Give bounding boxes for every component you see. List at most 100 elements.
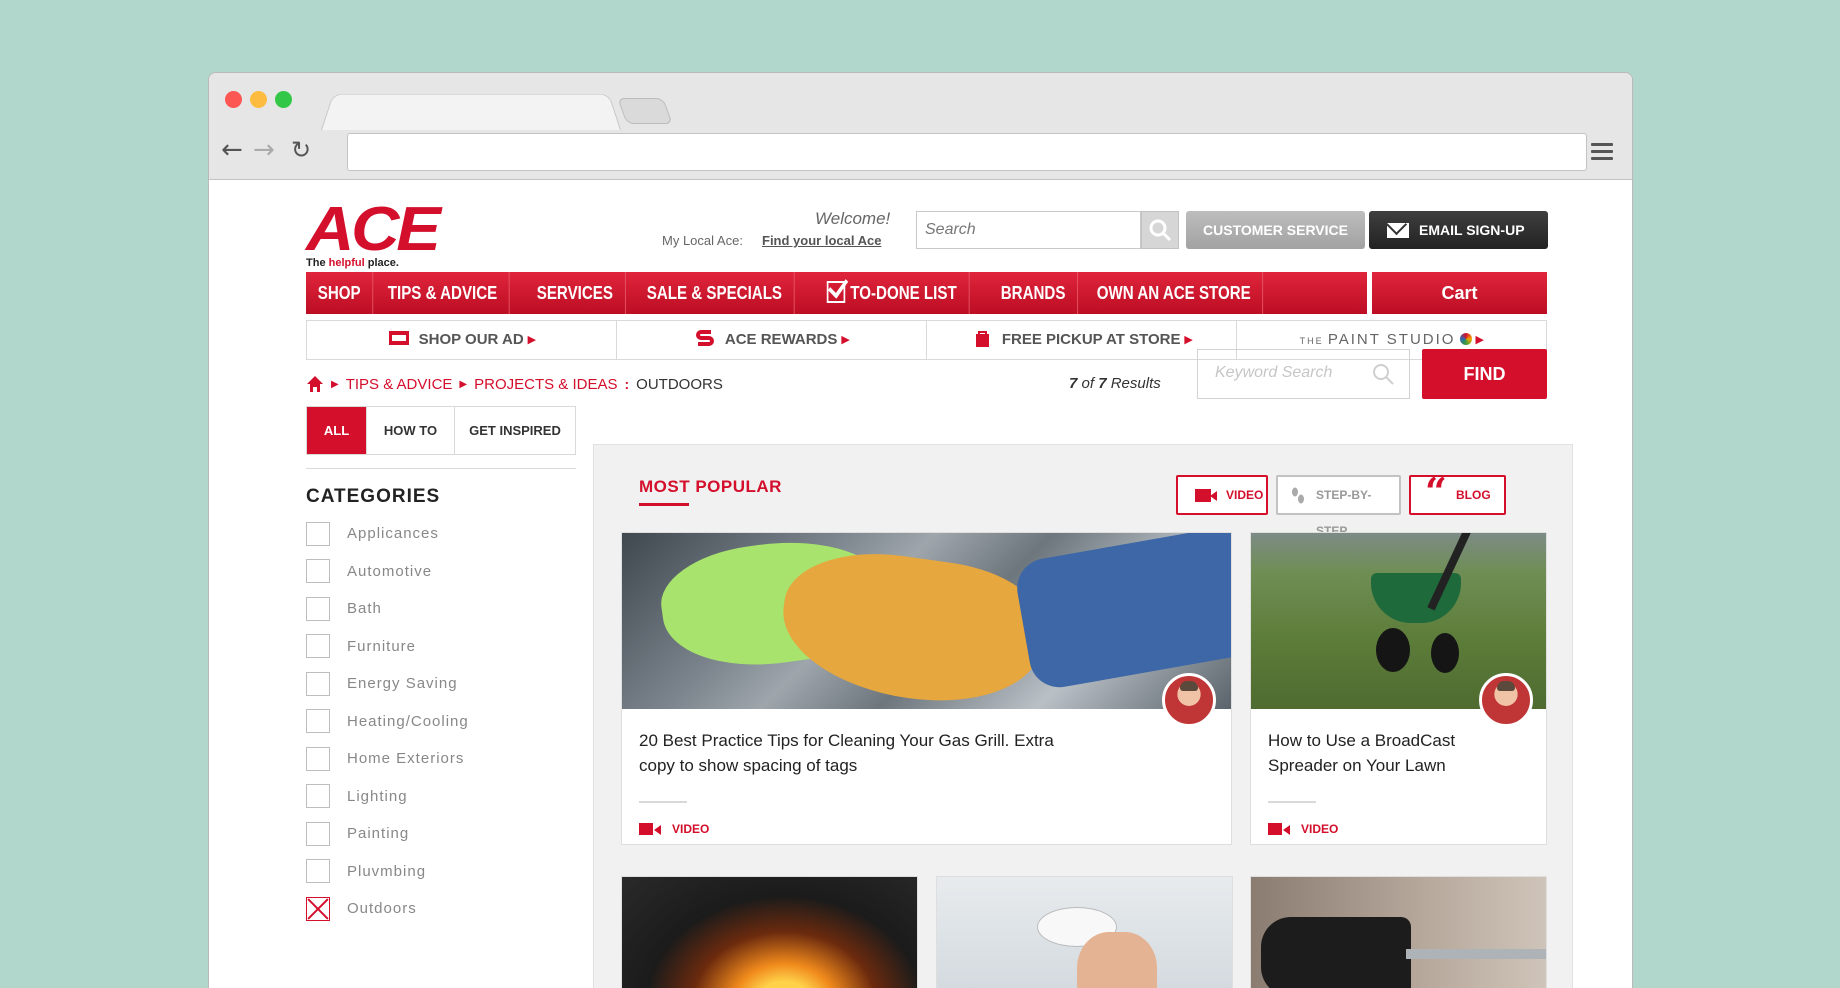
email-signup-button[interactable]: EMAIL SIGN-UP <box>1369 211 1548 249</box>
welcome-text: Welcome! <box>815 209 891 228</box>
nav-item-to-done-list[interactable]: TO-DONE LIST <box>815 272 970 314</box>
forward-arrow-icon[interactable]: → <box>253 137 275 163</box>
logo-wordmark: ACE <box>306 195 441 264</box>
shop-our-ad-link[interactable]: SHOP OUR AD ▸ <box>307 321 617 359</box>
shopping-bag-icon <box>975 331 989 347</box>
cart-button[interactable]: Cart <box>1372 272 1547 314</box>
article-card[interactable] <box>621 876 918 988</box>
article-title[interactable]: How to Use a BroadCast Spreader on Your … <box>1268 728 1528 778</box>
category-item[interactable]: Furniture <box>306 628 469 666</box>
back-arrow-icon[interactable]: ← <box>221 137 243 163</box>
close-window-dot[interactable] <box>225 91 242 108</box>
new-tab-button[interactable] <box>617 98 673 124</box>
free-pickup-label: FREE PICKUP AT STORE <box>1001 331 1181 348</box>
category-item[interactable]: Painting <box>306 815 469 853</box>
nav-item-sale-specials[interactable]: SALE & SPECIALS <box>635 272 795 314</box>
breadcrumb-projects-ideas[interactable]: PROJECTS & IDEAS <box>474 376 617 393</box>
customer-service-button[interactable]: CUSTOMER SERVICE <box>1186 211 1365 249</box>
video-filter-button[interactable]: VIDEO <box>1176 475 1268 515</box>
find-local-ace-link[interactable]: Find your local Ace <box>762 233 881 248</box>
search-input[interactable]: Search <box>916 211 1141 249</box>
article-card[interactable] <box>936 876 1233 988</box>
category-label: Lighting <box>347 787 408 805</box>
nav-item-brands[interactable]: BRANDS <box>989 272 1078 314</box>
quote-icon: “ <box>1425 469 1447 514</box>
category-item[interactable]: Energy Saving <box>306 665 469 703</box>
article-tag-video[interactable]: VIDEO <box>1268 821 1338 837</box>
category-item[interactable]: Lighting <box>306 778 469 816</box>
ace-logo[interactable]: ACE The helpful place. <box>306 195 441 271</box>
chevron-right-icon: ▸ <box>1184 331 1193 348</box>
category-item[interactable]: Home Exteriors <box>306 740 469 778</box>
video-camera-icon <box>1195 489 1217 502</box>
category-checkbox[interactable] <box>306 671 330 696</box>
category-checkbox[interactable] <box>306 596 330 621</box>
step-by-step-filter-button[interactable]: STEP-BY-STEP <box>1276 475 1401 538</box>
article-card[interactable]: 20 Best Practice Tips for Cleaning Your … <box>621 532 1232 845</box>
breadcrumb-tips-advice[interactable]: TIPS & ADVICE <box>346 376 453 393</box>
article-card[interactable] <box>1250 876 1547 988</box>
article-tag-label: VIDEO <box>672 822 710 836</box>
nav-item-shop[interactable]: SHOP <box>306 272 374 314</box>
maximize-window-dot[interactable] <box>275 91 292 108</box>
article-title[interactable]: 20 Best Practice Tips for Cleaning Your … <box>639 728 1059 778</box>
category-checkbox[interactable] <box>306 821 330 846</box>
filter-tab-all[interactable]: ALL <box>307 407 367 454</box>
article-card[interactable]: How to Use a BroadCast Spreader on Your … <box>1250 532 1547 845</box>
category-checkbox-checked[interactable] <box>306 896 330 921</box>
video-filter-label: VIDEO <box>1226 488 1264 502</box>
category-checkbox[interactable] <box>306 709 330 734</box>
nav-item-services[interactable]: SERVICES <box>525 272 626 314</box>
chevron-right-icon: ▸ <box>841 331 850 348</box>
drill-chuck-shape <box>1261 917 1411 988</box>
category-label: Applicances <box>347 525 439 543</box>
breadcrumb-separator-icon: : <box>624 376 630 392</box>
category-label: Bath <box>347 600 382 618</box>
category-list: Applicances Automotive Bath Furniture En… <box>306 515 469 928</box>
home-icon[interactable] <box>306 375 324 393</box>
category-checkbox[interactable] <box>306 859 330 884</box>
category-label: Heating/Cooling <box>347 712 469 730</box>
category-item[interactable]: Pluvmbing <box>306 853 469 891</box>
search-icon <box>1373 364 1394 385</box>
keyword-search-input[interactable]: Keyword Search <box>1197 349 1410 399</box>
nav-item-tips-advice[interactable]: TIPS & ADVICE <box>376 272 510 314</box>
category-label: Outdoors <box>347 900 417 918</box>
menu-icon[interactable] <box>1591 143 1613 161</box>
category-item[interactable]: Heating/Cooling <box>306 703 469 741</box>
card-divider <box>1268 801 1316 803</box>
find-button[interactable]: FIND <box>1422 349 1547 399</box>
minimize-window-dot[interactable] <box>250 91 267 108</box>
blog-filter-button[interactable]: “ BLOG <box>1409 469 1506 515</box>
filter-tab-how-to[interactable]: HOW TO <box>367 407 455 454</box>
free-pickup-link[interactable]: FREE PICKUP AT STORE ▸ <box>927 321 1237 359</box>
most-popular-tab[interactable]: MOST POPULAR <box>639 477 782 497</box>
article-tag-label: VIDEO <box>1301 822 1339 836</box>
paint-studio-label: PAINT STUDIO <box>1327 331 1456 348</box>
address-bar[interactable] <box>347 133 1587 171</box>
nav-item-own-store[interactable]: OWN AN ACE STORE <box>1085 272 1264 314</box>
category-checkbox[interactable] <box>306 634 330 659</box>
shop-our-ad-label: SHOP OUR AD <box>418 331 524 348</box>
rewards-icon <box>695 330 714 346</box>
author-avatar[interactable] <box>1162 673 1216 727</box>
category-checkbox[interactable] <box>306 784 330 809</box>
category-checkbox[interactable] <box>306 521 330 546</box>
category-item-selected[interactable]: Outdoors <box>306 890 469 928</box>
color-wheel-icon <box>1459 333 1472 345</box>
search-button[interactable] <box>1141 211 1179 249</box>
chevron-right-icon: ▶ <box>331 378 339 390</box>
ace-rewards-link[interactable]: ACE REWARDS ▸ <box>617 321 927 359</box>
reload-icon[interactable]: ↻ <box>291 137 311 163</box>
category-item[interactable]: Applicances <box>306 515 469 553</box>
category-item[interactable]: Automotive <box>306 553 469 591</box>
category-checkbox[interactable] <box>306 746 330 771</box>
article-tag-video[interactable]: VIDEO <box>639 821 709 837</box>
filter-tab-get-inspired[interactable]: GET INSPIRED <box>455 407 575 454</box>
browser-tab[interactable] <box>321 93 621 130</box>
category-item[interactable]: Bath <box>306 590 469 628</box>
browser-window: ← → ↻ ACE The helpful place. Welcome! My… <box>208 72 1633 988</box>
category-checkbox[interactable] <box>306 559 330 584</box>
chevron-right-icon: ▶ <box>459 378 468 390</box>
author-avatar[interactable] <box>1479 673 1533 727</box>
